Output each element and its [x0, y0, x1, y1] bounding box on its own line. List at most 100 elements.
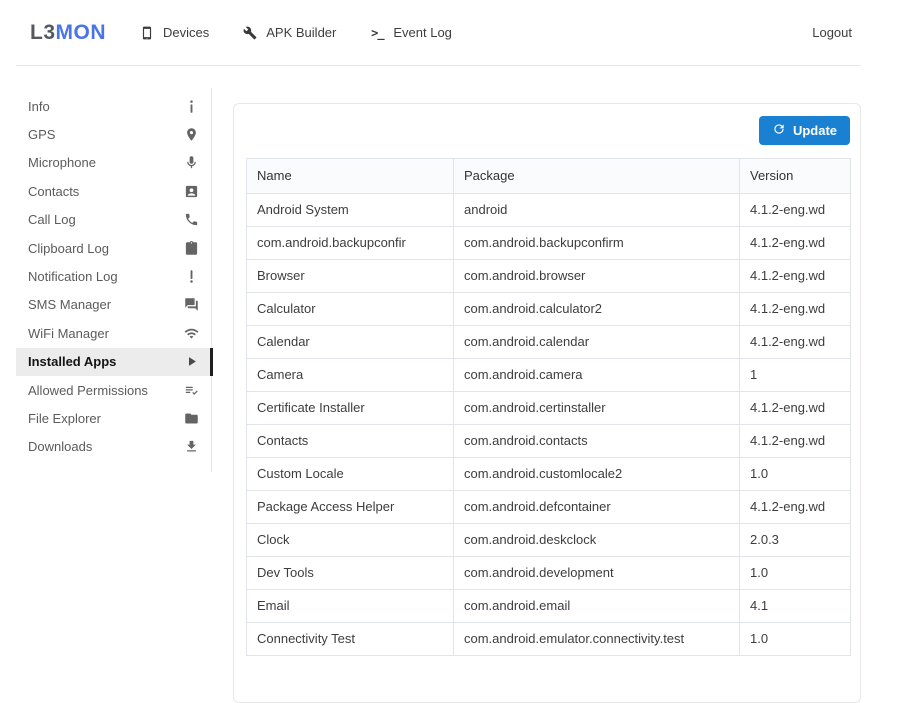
sidebar-item-file-explorer[interactable]: File Explorer: [16, 404, 211, 432]
nav-item-event-log[interactable]: >_ Event Log: [369, 25, 452, 41]
app-package-cell: com.android.customlocale2: [454, 458, 740, 491]
app-version-cell: 4.1.2-eng.wd: [740, 392, 851, 425]
app-version-cell: 1: [740, 359, 851, 392]
app-name-cell: Camera: [247, 359, 454, 392]
terminal-icon: >_: [369, 25, 385, 41]
app-name-cell: Email: [247, 590, 454, 623]
app-name-cell: Android System: [247, 194, 454, 227]
app-package-cell: com.android.defcontainer: [454, 491, 740, 524]
microphone-icon: [183, 155, 199, 171]
installed-apps-table: NamePackageVersion Android Systemandroid…: [246, 158, 851, 656]
app-version-cell: 4.1.2-eng.wd: [740, 491, 851, 524]
table-row: Android Systemandroid4.1.2-eng.wd: [247, 194, 851, 227]
contact-card-icon: [183, 183, 199, 199]
nav-item-label: Event Log: [393, 25, 452, 40]
app-package-cell: com.android.calculator2: [454, 293, 740, 326]
app-version-cell: 4.1.2-eng.wd: [740, 293, 851, 326]
sidebar-item-wifi-manager[interactable]: WiFi Manager: [16, 319, 211, 347]
sidebar-item-label: Allowed Permissions: [28, 383, 148, 398]
sidebar-item-call-log[interactable]: Call Log: [16, 206, 211, 234]
app-version-cell: 1.0: [740, 623, 851, 656]
sidebar-item-installed-apps[interactable]: Installed Apps: [16, 348, 211, 376]
info-icon: [183, 98, 199, 114]
app-version-cell: 4.1.2-eng.wd: [740, 194, 851, 227]
table-row: Calculatorcom.android.calculator24.1.2-e…: [247, 293, 851, 326]
sidebar-item-allowed-permissions[interactable]: Allowed Permissions: [16, 376, 211, 404]
main-nav: Devices APK Builder >_ Event Log: [139, 25, 485, 41]
app-version-cell: 1.0: [740, 557, 851, 590]
nav-item-devices[interactable]: Devices: [139, 25, 209, 41]
table-row: Cameracom.android.camera1: [247, 359, 851, 392]
sidebar-item-sms-manager[interactable]: SMS Manager: [16, 291, 211, 319]
app-package-cell: com.android.emulator.connectivity.test: [454, 623, 740, 656]
app-package-cell: com.android.deskclock: [454, 524, 740, 557]
table-header-row: NamePackageVersion: [247, 159, 851, 194]
update-button-label: Update: [793, 123, 837, 138]
column-header-package: Package: [454, 159, 740, 194]
sidebar-item-info[interactable]: Info: [16, 92, 211, 120]
nav-item-apk-builder[interactable]: APK Builder: [242, 25, 336, 41]
sidebar-item-notification-log[interactable]: Notification Log: [16, 262, 211, 290]
app-version-cell: 4.1.2-eng.wd: [740, 425, 851, 458]
app-name-cell: Browser: [247, 260, 454, 293]
logout-link[interactable]: Logout: [812, 25, 852, 40]
sidebar-item-label: Contacts: [28, 184, 79, 199]
sidebar-item-label: Call Log: [28, 212, 76, 227]
app-version-cell: 4.1.2-eng.wd: [740, 227, 851, 260]
column-header-version: Version: [740, 159, 851, 194]
sidebar-item-downloads[interactable]: Downloads: [16, 433, 211, 461]
table-row: Connectivity Testcom.android.emulator.co…: [247, 623, 851, 656]
nav-item-label: Devices: [163, 25, 209, 40]
app-package-cell: com.android.development: [454, 557, 740, 590]
app-name-cell: Custom Locale: [247, 458, 454, 491]
logo-text-blue: MON: [56, 21, 107, 44]
folder-icon: [183, 410, 199, 426]
app-name-cell: Connectivity Test: [247, 623, 454, 656]
sidebar-item-label: SMS Manager: [28, 297, 111, 312]
wrench-icon: [242, 25, 258, 41]
app-version-cell: 4.1: [740, 590, 851, 623]
app-package-cell: android: [454, 194, 740, 227]
sidebar-item-label: Notification Log: [28, 269, 118, 284]
sidebar-item-microphone[interactable]: Microphone: [16, 149, 211, 177]
app-name-cell: Calculator: [247, 293, 454, 326]
location-pin-icon: [183, 127, 199, 143]
column-header-name: Name: [247, 159, 454, 194]
installed-apps-panel: Update NamePackageVersion Android System…: [233, 103, 861, 703]
clipboard-icon: [183, 240, 199, 256]
refresh-icon: [772, 122, 786, 139]
app-logo[interactable]: L3MON: [30, 21, 106, 45]
download-icon: [183, 439, 199, 455]
top-header: L3MON Devices APK Builder >_ Event Log Logo…: [16, 0, 861, 66]
app-package-cell: com.android.email: [454, 590, 740, 623]
sidebar: InfoGPSMicrophone Contacts Call Log Clipboa…: [16, 88, 212, 472]
app-name-cell: Calendar: [247, 326, 454, 359]
sidebar-item-label: Downloads: [28, 439, 92, 454]
chat-icon: [183, 297, 199, 313]
app-package-cell: com.android.camera: [454, 359, 740, 392]
logo-text-gray: L3: [30, 21, 56, 44]
sidebar-item-contacts[interactable]: Contacts: [16, 177, 211, 205]
table-row: com.android.backupconfircom.android.back…: [247, 227, 851, 260]
app-package-cell: com.android.contacts: [454, 425, 740, 458]
update-button[interactable]: Update: [759, 116, 850, 145]
app-name-cell: Package Access Helper: [247, 491, 454, 524]
app-package-cell: com.android.backupconfirm: [454, 227, 740, 260]
app-name-cell: Contacts: [247, 425, 454, 458]
app-version-cell: 2.0.3: [740, 524, 851, 557]
smartphone-icon: [139, 25, 155, 41]
sidebar-item-gps[interactable]: GPS: [16, 120, 211, 148]
sidebar-item-clipboard-log[interactable]: Clipboard Log: [16, 234, 211, 262]
table-row: Clockcom.android.deskclock2.0.3: [247, 524, 851, 557]
app-name-cell: Dev Tools: [247, 557, 454, 590]
exclamation-icon: [183, 269, 199, 285]
phone-icon: [183, 212, 199, 228]
play-icon: [183, 354, 199, 370]
sidebar-item-label: WiFi Manager: [28, 326, 109, 341]
app-name-cell: Certificate Installer: [247, 392, 454, 425]
table-row: Certificate Installercom.android.certins…: [247, 392, 851, 425]
table-row: Dev Toolscom.android.development1.0: [247, 557, 851, 590]
wifi-icon: [183, 325, 199, 341]
table-row: Package Access Helpercom.android.defcont…: [247, 491, 851, 524]
table-row: Calendarcom.android.calendar4.1.2-eng.wd: [247, 326, 851, 359]
